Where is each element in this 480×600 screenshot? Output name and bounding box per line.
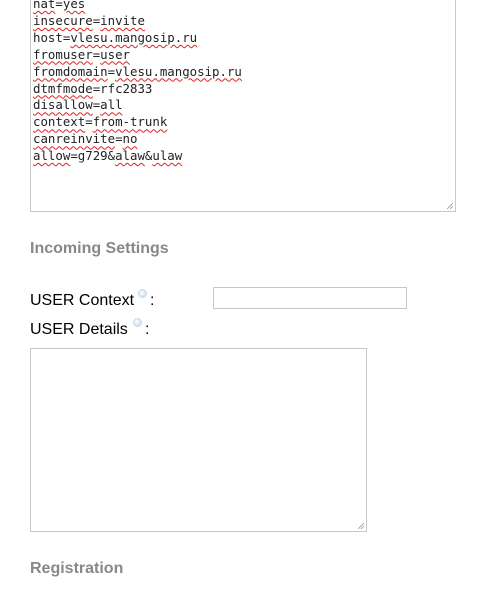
config-line: dtmfmode=rfc2833 [33,81,242,98]
misspelled-word: fromuser [33,46,93,62]
user-context-input[interactable] [213,287,407,309]
misspelled-word: vlesu.mangosip.ru [70,29,198,45]
misspelled-word: all [100,97,123,113]
config-line: insecure=invite [33,13,242,30]
config-line: fromuser=user [33,47,242,64]
config-line: fromdomain=vlesu.mangosip.ru [33,64,242,81]
misspelled-word: vlesu.mangosip.ru [115,63,242,79]
misspelled-word: context [33,114,86,130]
config-text: =g729& [70,148,116,164]
resize-grip-icon[interactable] [447,203,453,209]
user-details-colon: : [145,321,150,338]
misspelled-word: allow [33,148,71,164]
user-details-textarea[interactable] [30,348,367,532]
config-text: =rfc2833 [92,80,153,96]
misspelled-word: canreinvite [33,131,116,147]
misspelled-word: disallow [33,97,93,113]
misspelled-word: nat [33,0,56,11]
misspelled-word: no [122,131,138,147]
user-context-label: USER Context [30,292,135,309]
config-line: disallow=all [33,97,242,114]
misspelled-word: from-trunk [92,114,168,130]
misspelled-word: fromdomain [33,63,108,79]
misspelled-word: ulaw [152,148,183,164]
user-details-help-icon[interactable] [133,318,142,327]
config-text: = [85,114,93,130]
incoming-settings-heading: Incoming Settings [30,240,169,257]
config-line: context=from-trunk [33,114,242,131]
user-details-label: USER Details [30,321,128,338]
registration-heading: Registration [30,560,124,577]
config-text: = [55,0,63,11]
misspelled-word: alaw [115,148,145,164]
user-context-colon: : [150,292,155,309]
peer-details-textarea[interactable]: xxxxxxnat=yesinsecure=invitehost=vlesu.m… [30,0,456,212]
misspelled-word: insecure [33,12,93,28]
config-line: canreinvite=no [33,131,242,148]
misspelled-word: dtmfmode [33,80,93,96]
misspelled-word: yes [62,0,86,11]
misspelled-word: user [100,46,130,62]
config-line: nat=yes [33,0,242,13]
config-line: allow=g729&alaw&ulaw [33,148,242,165]
config-line: host=vlesu.mangosip.ru [33,30,242,47]
config-text: = [115,131,123,147]
resize-grip-icon[interactable] [358,523,364,529]
misspelled-word: invite [100,12,145,28]
peer-details-lines: xxxxxxnat=yesinsecure=invitehost=vlesu.m… [33,0,242,165]
config-text: = [107,63,116,79]
config-text: host [33,29,63,45]
user-context-help-icon[interactable] [138,289,147,298]
